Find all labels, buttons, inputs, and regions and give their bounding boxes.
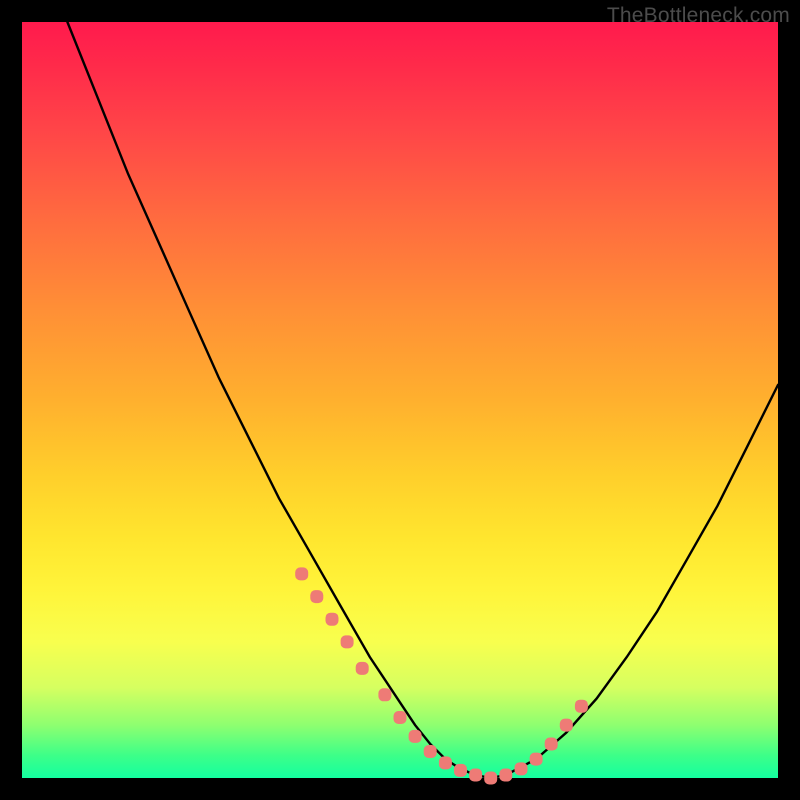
- bottleneck-curve: [67, 22, 778, 778]
- curve-marker: [560, 719, 573, 732]
- curve-marker: [394, 711, 407, 724]
- plot-area: [22, 22, 778, 778]
- curve-marker: [454, 764, 467, 777]
- curve-marker: [295, 567, 308, 580]
- curve-marker: [439, 756, 452, 769]
- curve-marker: [310, 590, 323, 603]
- curve-marker: [515, 762, 528, 775]
- watermark-text: TheBottleneck.com: [607, 4, 790, 28]
- chart-frame: TheBottleneck.com: [0, 0, 800, 800]
- curve-marker: [356, 662, 369, 675]
- curve-marker: [378, 688, 391, 701]
- curve-marker: [326, 613, 339, 626]
- curve-marker: [499, 769, 512, 782]
- curve-marker: [469, 769, 482, 782]
- curve-marker: [575, 700, 588, 713]
- curve-layer: [22, 22, 778, 778]
- curve-marker: [341, 635, 354, 648]
- curve-marker: [484, 772, 497, 785]
- curve-marker: [530, 753, 543, 766]
- curve-marker: [545, 738, 558, 751]
- curve-marker: [424, 745, 437, 758]
- curve-marker: [409, 730, 422, 743]
